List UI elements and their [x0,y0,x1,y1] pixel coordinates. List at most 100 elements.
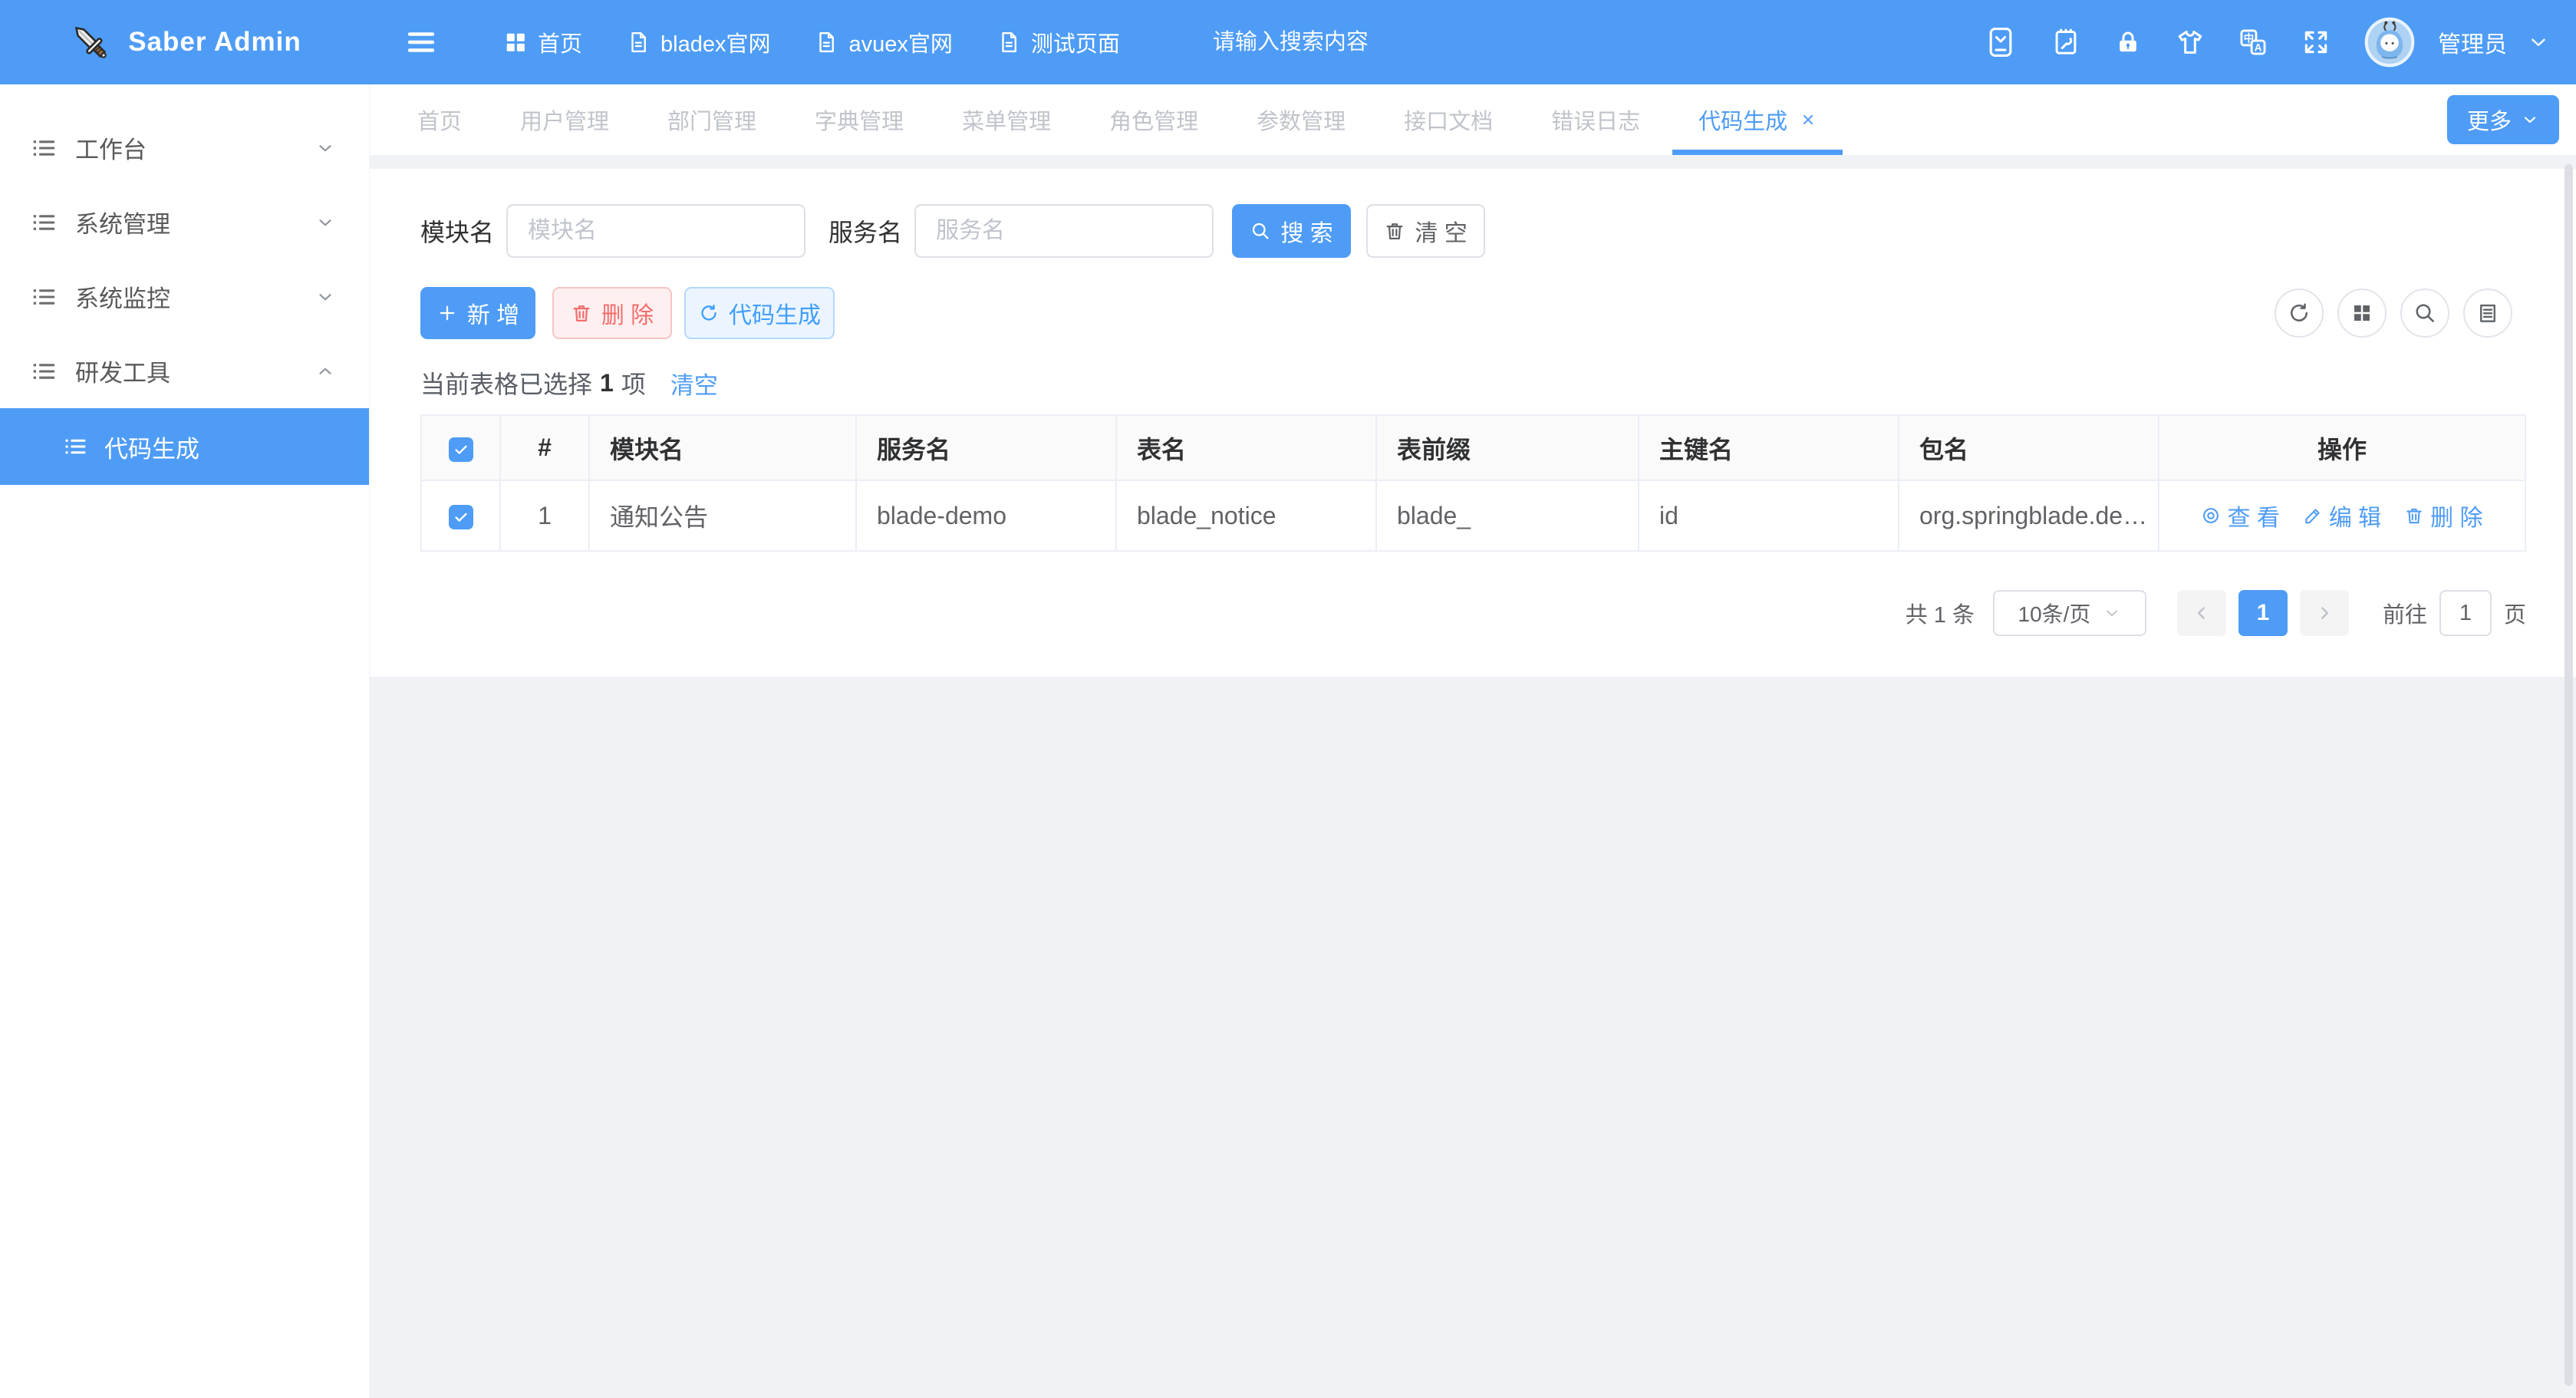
goto-label: 前往 [2383,597,2427,629]
topnav-item-label: avuex官网 [848,26,952,58]
cell-pk: id [1639,480,1899,551]
tab-item[interactable]: 用户管理 [491,84,638,155]
list-icon [63,434,87,459]
plus-icon [436,302,458,324]
goto-page-input[interactable] [2439,590,2492,636]
scrollbar-thumb[interactable] [2564,164,2573,1386]
column-header-prefix: 表前缀 [1376,415,1639,480]
row-actions: 查 看 编 辑 [2159,499,2525,532]
page-size-select[interactable]: 10条/页 [1993,590,2146,636]
tab-item[interactable]: 字典管理 [786,84,933,155]
filter-row: 模块名 服务名 搜 索 清 空 [420,204,2526,258]
table-row[interactable]: 1 通知公告 blade-demo blade_notice blade_ id… [421,480,2525,551]
sword-icon [68,20,113,64]
column-header-package: 包名 [1899,415,2159,480]
selection-info: 当前表格已选择 1 项 清空 [420,365,2526,401]
sidebar-item-workbench[interactable]: 工作台 [0,110,369,185]
topnav-item-avuex[interactable]: avuex官网 [792,0,974,84]
lock-icon[interactable] [2114,28,2142,56]
delete-link[interactable]: 删 除 [2404,499,2482,532]
clear-selection-link[interactable]: 清空 [670,366,718,401]
sidebar: 工作台 系统管理 [0,84,370,1398]
pencil-icon [2303,506,2323,526]
chevron-down-icon [2521,110,2539,129]
topnav-item-label: bladex官网 [660,26,770,58]
code-generate-button[interactable]: 代码生成 [684,287,835,339]
tab-item[interactable]: 参数管理 [1227,84,1375,155]
selection-count: 1 [600,369,614,397]
tab-item[interactable]: 菜单管理 [933,84,1080,155]
density-icon[interactable] [2463,289,2512,338]
row-checkbox[interactable] [449,505,473,529]
action-row: 新 增 删 除 代码生成 [420,287,2526,339]
user-menu-chevron-down-icon[interactable] [2527,31,2550,54]
topnav-item-bladex[interactable]: bladex官网 [604,0,792,84]
clear-button[interactable]: 清 空 [1366,204,1485,258]
tab-item[interactable]: 接口文档 [1375,84,1522,155]
search-button[interactable]: 搜 索 [1232,204,1351,258]
sidebar-item-label: 研发工具 [75,354,315,388]
prev-page-button[interactable] [2177,590,2226,636]
theme-icon[interactable] [2176,28,2205,57]
add-button[interactable]: 新 增 [420,287,535,339]
sidebar-item-system-mgmt[interactable]: 系统管理 [0,185,369,259]
close-icon[interactable] [1800,111,1817,128]
sidebar-item-dev-tools[interactable]: 研发工具 [0,334,369,408]
select-all-checkbox[interactable] [449,437,473,462]
service-name-label: 服务名 [828,213,902,249]
table-header-row: # 模块名 服务名 表名 表前缀 主键名 包名 操作 [421,415,2525,480]
delete-button[interactable]: 删 除 [552,287,672,339]
search-icon [1250,220,1271,242]
sidebar-collapse-button[interactable] [405,26,437,58]
topnav-item-home[interactable]: 首页 [482,0,604,84]
cell-index: 1 [500,480,589,551]
document-icon [815,31,838,54]
module-name-input[interactable] [506,204,805,258]
chevron-down-icon [315,138,335,158]
cell-service: blade-demo [856,480,1116,551]
refresh-icon[interactable] [2275,289,2324,338]
translate-icon[interactable]: 中 A [2238,28,2268,57]
topbar-actions: 中 A [1984,17,2576,68]
topnav-item-test-page[interactable]: 测试页面 [975,0,1142,84]
more-tabs-button[interactable]: 更多 [2447,95,2559,144]
log-tool-icon[interactable] [2051,28,2080,57]
code-gen-table: # 模块名 服务名 表名 表前缀 主键名 包名 操作 [420,414,2526,552]
tab-item-active[interactable]: 代码生成 [1669,84,1846,155]
app-logo: Saber Admin [0,0,370,84]
topnav-item-label: 测试页面 [1031,26,1120,58]
cell-module: 通知公告 [589,480,856,551]
trash-icon [571,302,592,324]
fullscreen-icon[interactable] [2301,28,2331,57]
pagination: 共 1 条 10条/页 1 前往 页 [420,590,2526,636]
top-nav: 首页 bladex官网 avuex官网 [482,0,1142,84]
column-header-actions: 操作 [2159,415,2525,480]
svg-text:A: A [2255,42,2262,54]
column-settings-icon[interactable] [2337,289,2387,338]
edit-link[interactable]: 编 辑 [2303,499,2381,532]
tab-item[interactable]: 错误日志 [1522,84,1669,155]
sidebar-item-code-generation[interactable]: 代码生成 [0,408,369,485]
tab-item[interactable]: 首页 [388,84,491,155]
sidebar-item-system-monitor[interactable]: 系统监控 [0,259,369,334]
global-search-input[interactable] [1213,30,1489,55]
service-name-input[interactable] [914,204,1214,258]
table-toolbar [2275,289,2512,338]
tab-item[interactable]: 部门管理 [638,84,786,155]
cell-table: blade_notice [1116,480,1376,551]
column-header-service: 服务名 [856,415,1116,480]
view-link[interactable]: 查 看 [2201,499,2279,532]
next-page-button[interactable] [2300,590,2349,636]
chevron-down-icon [2103,604,2121,622]
trash-icon [1384,220,1405,242]
sidebar-item-label: 系统管理 [75,205,315,239]
document-icon [627,31,650,54]
search-toggle-icon[interactable] [2400,289,2449,338]
banner-toggle-icon[interactable] [1984,20,2018,64]
user-name[interactable]: 管理员 [2438,25,2507,59]
tab-item[interactable]: 角色管理 [1080,84,1227,155]
column-header-pk: 主键名 [1639,415,1899,480]
list-icon [31,284,57,310]
page-number-current[interactable]: 1 [2238,590,2288,636]
user-avatar[interactable] [2364,17,2415,68]
